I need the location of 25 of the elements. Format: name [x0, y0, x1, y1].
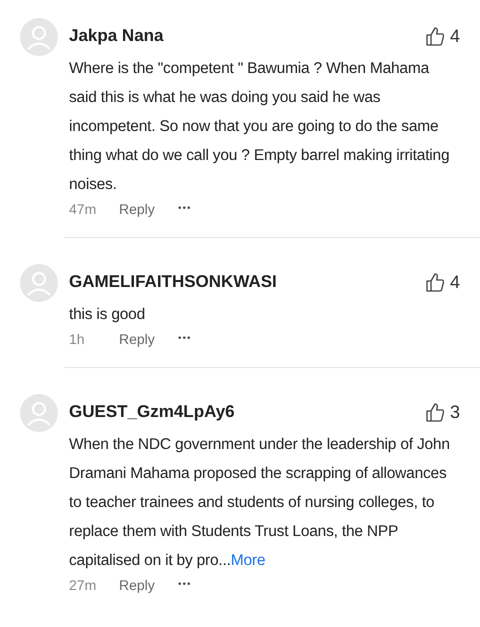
author-name: GUEST_Gzm4LpAy6 — [69, 401, 235, 424]
author-name: GAMELIFAITHSONKWASI — [69, 271, 277, 294]
timestamp: 27m — [69, 576, 98, 595]
comment-text: this is good — [69, 305, 146, 325]
more-link[interactable]: More — [230, 552, 266, 569]
reply-button[interactable]: Reply — [119, 575, 178, 595]
comment-text: When the NDC government under the leadership of John Dramani Mahama proposed the scrapping of allowances to teacher trainees and students of nursing colleges, to replace them with Students Trust Loans, the NPP capitalised on it by pro...More — [69, 435, 451, 571]
timestamp: 47m — [69, 200, 98, 219]
more-actions-button[interactable]: ••• — [178, 575, 192, 595]
thumbs-up-icon — [426, 402, 444, 422]
comment-text: Where is the "competent " Bawumia ? When Mahama said this is what he was doing you said he was incompetent. So now that you are going to do the same thing what do we call you ? Empty barrel making irritating noises. — [69, 59, 450, 195]
reply-button[interactable]: Reply — [119, 329, 178, 349]
author-name: Jakpa Nana — [69, 25, 164, 48]
reply-button[interactable]: Reply — [119, 199, 178, 219]
more-actions-button[interactable]: ••• — [178, 199, 192, 219]
avatar-icon — [20, 18, 58, 56]
thumbs-up-icon — [426, 272, 444, 292]
avatar-icon — [20, 264, 58, 302]
avatar-icon — [20, 394, 58, 432]
like-button[interactable]: 3 — [426, 398, 460, 426]
more-actions-button[interactable]: ••• — [178, 329, 192, 349]
like-button[interactable]: 4 — [426, 22, 460, 50]
thumbs-up-icon — [426, 26, 444, 46]
timestamp: 1h — [69, 330, 86, 349]
like-button[interactable]: 4 — [426, 268, 460, 296]
